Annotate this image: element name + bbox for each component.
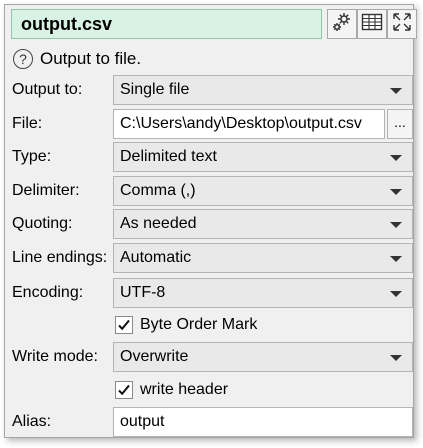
file-path-input[interactable]: C:\Users\andy\Desktop\output.csv [113, 109, 385, 139]
browse-button[interactable]: ... [387, 109, 413, 139]
file-label: File: [12, 115, 43, 132]
output-panel: output.csv ? Output to file. Output to: … [4, 4, 417, 438]
encoding-value: UTF-8 [120, 284, 166, 301]
line-endings-value: Automatic [120, 249, 192, 266]
chevron-down-icon [390, 189, 402, 195]
chevron-down-icon [390, 256, 402, 262]
byte-order-mark-label: Byte Order Mark [140, 316, 258, 333]
write-header-checkbox[interactable] [115, 381, 133, 399]
type-value: Delimited text [120, 148, 217, 165]
output-to-label: Output to: [12, 81, 83, 98]
byte-order-mark-row: Byte Order Mark [115, 313, 257, 337]
output-to-select[interactable]: Single file [113, 75, 413, 105]
line-endings-select[interactable]: Automatic [113, 243, 413, 273]
node-title-field[interactable]: output.csv [11, 9, 322, 39]
alias-label: Alias: [12, 413, 52, 430]
write-mode-label: Write mode: [12, 348, 98, 365]
chevron-down-icon [390, 155, 402, 161]
help-circle-icon[interactable]: ? [13, 49, 33, 69]
type-label: Type: [12, 148, 52, 165]
type-select[interactable]: Delimited text [113, 142, 413, 172]
delimiter-value: Comma (,) [120, 182, 196, 199]
encoding-select[interactable]: UTF-8 [113, 278, 413, 308]
quoting-value: As needed [120, 215, 197, 232]
quoting-select[interactable]: As needed [113, 209, 413, 239]
checkmark-icon [118, 319, 130, 331]
byte-order-mark-checkbox[interactable] [115, 316, 133, 334]
write-mode-value: Overwrite [120, 348, 189, 365]
delimiter-select[interactable]: Comma (,) [113, 176, 413, 206]
chevron-down-icon [390, 291, 402, 297]
settings-gear-icon [331, 11, 353, 38]
alias-input[interactable]: output [113, 407, 413, 437]
chevron-down-icon [390, 222, 402, 228]
chevron-down-icon [390, 88, 402, 94]
output-to-value: Single file [120, 81, 190, 98]
delimiter-label: Delimiter: [12, 182, 80, 199]
chevron-down-icon [390, 355, 402, 361]
table-view-button[interactable] [357, 9, 387, 39]
checkmark-icon [118, 384, 130, 396]
write-header-label: write header [140, 381, 229, 398]
expand-arrows-icon [391, 11, 413, 38]
info-row: ? Output to file. [13, 47, 141, 71]
settings-button[interactable] [327, 9, 357, 39]
line-endings-label: Line endings: [12, 249, 108, 266]
info-text: Output to file. [40, 49, 142, 68]
table-view-icon [361, 12, 383, 37]
write-header-row: write header [115, 378, 228, 402]
expand-button[interactable] [387, 9, 417, 39]
write-mode-select[interactable]: Overwrite [113, 342, 413, 372]
quoting-label: Quoting: [12, 215, 73, 232]
encoding-label: Encoding: [12, 284, 84, 301]
